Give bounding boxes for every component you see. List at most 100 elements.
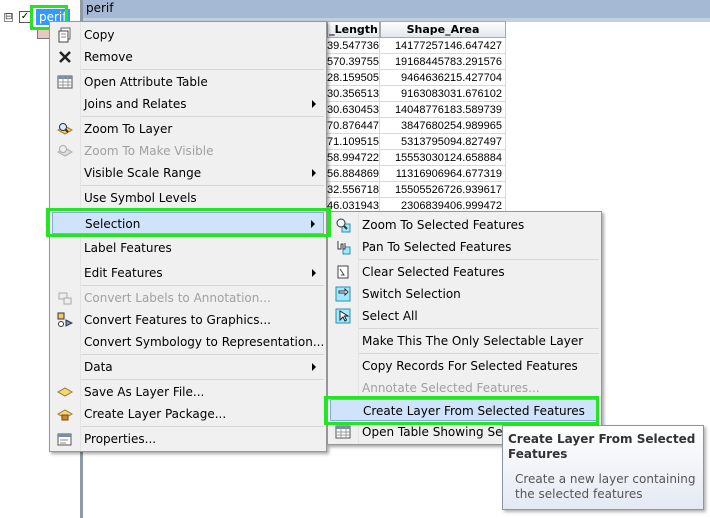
menu-item-zoom-to-selected-features[interactable]: Zoom To Selected Features (330, 214, 599, 236)
menu-item-convert-labels-to-annotation[interactable]: Convert Labels to Annotation... (52, 287, 324, 309)
menu-item-zoom-to-layer[interactable]: Zoom To Layer (52, 118, 324, 140)
menu-item-data[interactable]: Data (52, 356, 324, 378)
table-cell[interactable]: 32.556718 (327, 182, 380, 198)
submenu-arrow-icon (312, 169, 316, 177)
menu-item-properties[interactable]: Properties... (52, 428, 324, 450)
menu-item-switch-selection[interactable]: Switch Selection (330, 283, 599, 305)
menu-separator (81, 379, 324, 380)
menu-separator (81, 185, 324, 186)
submenu-arrow-icon (312, 100, 316, 108)
properties-icon (57, 431, 73, 447)
layer-visibility-checkbox[interactable]: ✓ (19, 11, 31, 23)
table-icon (57, 74, 73, 90)
table-cell[interactable]: 70.876447 (327, 118, 380, 134)
menu-separator (81, 426, 324, 427)
tooltip: Create Layer From Selected Features Crea… (502, 425, 704, 510)
menu-item-zoom-to-make-visible[interactable]: Zoom To Make Visible (52, 140, 324, 162)
menu-item-copy[interactable]: Copy (52, 24, 324, 46)
menu-item-label-features[interactable]: Label Features (52, 237, 324, 259)
table-cell[interactable]: 570.39755 (327, 54, 380, 70)
menu-item-convert-features-to-graphics[interactable]: Convert Features to Graphics... (52, 309, 324, 331)
menu-separator (359, 397, 599, 398)
convert-labels-icon (57, 290, 73, 306)
menu-item-label: Make This The Only Selectable Layer (362, 334, 584, 348)
table-cell[interactable]: 71.109515 (327, 134, 380, 150)
menu-item-label: Pan To Selected Features (362, 240, 512, 254)
menu-separator (81, 69, 324, 70)
menu-item-label: Open Attribute Table (84, 75, 208, 89)
table-cell[interactable]: 28.159505 (327, 70, 380, 86)
table-cell[interactable]: 9464636215.427704 (380, 70, 506, 86)
copy-icon (57, 27, 73, 43)
table-cell[interactable]: 58.994722 (327, 150, 380, 166)
zoom-visible-icon (56, 143, 74, 159)
table-cell[interactable]: 56.884869 (327, 166, 380, 182)
menu-separator (81, 116, 324, 117)
zoom-layer-icon (56, 121, 74, 137)
menu-item-label: Switch Selection (362, 287, 461, 301)
table-cell[interactable]: 14177257146.647427 (380, 38, 506, 54)
menu-item-create-layer-from-selected-features[interactable]: Create Layer From Selected Features (330, 399, 599, 421)
menu-item-label: Save As Layer File... (84, 385, 205, 399)
menu-item-label: Clear Selected Features (362, 265, 505, 279)
table-cell[interactable]: 30.356513 (327, 86, 380, 102)
menu-item-label: Selection (85, 217, 141, 231)
menu-item-save-as-layer-file[interactable]: Save As Layer File... (52, 381, 324, 403)
table-icon (335, 424, 351, 440)
menu-item-label: Zoom To Layer (84, 122, 173, 136)
collapse-toggle[interactable]: ⊟ (4, 13, 13, 22)
menu-item-open-attribute-table[interactable]: Open Attribute Table (52, 71, 324, 93)
menu-item-label: Joins and Relates (84, 97, 187, 111)
table-cell[interactable]: 19168445783.291576 (380, 54, 506, 70)
menu-item-create-layer-package[interactable]: Create Layer Package... (52, 403, 324, 425)
table-cell[interactable]: 5313795094.827497 (380, 134, 506, 150)
menu-item-edit-features[interactable]: Edit Features (52, 262, 324, 284)
menu-item-label: Edit Features (84, 266, 163, 280)
menu-item-joins-and-relates[interactable]: Joins and Relates (52, 93, 324, 115)
menu-item-label: Remove (84, 50, 133, 64)
table-cell[interactable]: 9163083031.676102 (380, 86, 506, 102)
menu-item-annotate-selected-features[interactable]: Annotate Selected Features... (330, 377, 599, 399)
table-cell[interactable]: 30.630453 (327, 102, 380, 118)
table-cell[interactable]: 39.547736 (327, 38, 380, 54)
table-cell[interactable]: 15505526726.939617 (380, 182, 506, 198)
menu-item-label: Select All (362, 309, 418, 323)
menu-item-clear-selected-features[interactable]: Clear Selected Features (330, 261, 599, 283)
selection-submenu: Zoom To Selected Features Pan To Selected… (327, 211, 602, 445)
menu-separator (81, 285, 324, 286)
menu-item-make-this-the-only-selectable-layer[interactable]: Make This The Only Selectable Layer (330, 330, 599, 352)
table-cell[interactable]: 3847680254.989965 (380, 118, 506, 134)
menu-item-selection[interactable]: Selection (52, 212, 324, 234)
menu-item-label: Zoom To Selected Features (362, 218, 525, 232)
table-cell[interactable]: 15553030124.658884 (380, 150, 506, 166)
menu-item-label: Create Layer Package... (84, 407, 227, 421)
column-header[interactable]: Shape_Area (380, 21, 506, 38)
menu-item-label: Convert Labels to Annotation... (84, 291, 271, 305)
clear-selection-icon (335, 264, 351, 280)
menu-item-remove[interactable]: Remove (52, 46, 324, 68)
switch-selection-icon (335, 286, 351, 302)
menu-item-label: Data (84, 360, 113, 374)
submenu-arrow-icon (312, 269, 316, 277)
zoom-selected-icon (335, 217, 351, 233)
layer-package-icon (56, 406, 74, 422)
attribute-table-title: perif (83, 0, 710, 18)
table-cell[interactable]: 14048776183.589739 (380, 102, 506, 118)
menu-item-label: Properties... (84, 432, 157, 446)
menu-item-convert-symbology-to-representation[interactable]: Convert Symbology to Representation... (52, 331, 324, 353)
tooltip-body: Create a new layer containing the select… (515, 472, 696, 501)
submenu-arrow-icon (311, 220, 315, 228)
menu-item-select-all[interactable]: Select All (330, 305, 599, 327)
table-cell[interactable]: 11316906964.677319 (380, 166, 506, 182)
column-header[interactable]: _Length (327, 21, 380, 38)
menu-item-label: Open Table Showing Selec (362, 425, 520, 439)
menu-item-visible-scale-range[interactable]: Visible Scale Range (52, 162, 324, 184)
menu-item-pan-to-selected-features[interactable]: Pan To Selected Features (330, 236, 599, 258)
tooltip-title: Create Layer From Selected Features (508, 432, 696, 461)
menu-item-use-symbol-levels[interactable]: Use Symbol Levels (52, 187, 324, 209)
menu-item-copy-records-for-selected-features[interactable]: Copy Records For Selected Features (330, 355, 599, 377)
menu-separator (359, 328, 599, 329)
menu-item-label: Label Features (84, 241, 172, 255)
menu-item-label: Copy Records For Selected Features (362, 359, 578, 373)
layer-file-icon (56, 384, 74, 400)
